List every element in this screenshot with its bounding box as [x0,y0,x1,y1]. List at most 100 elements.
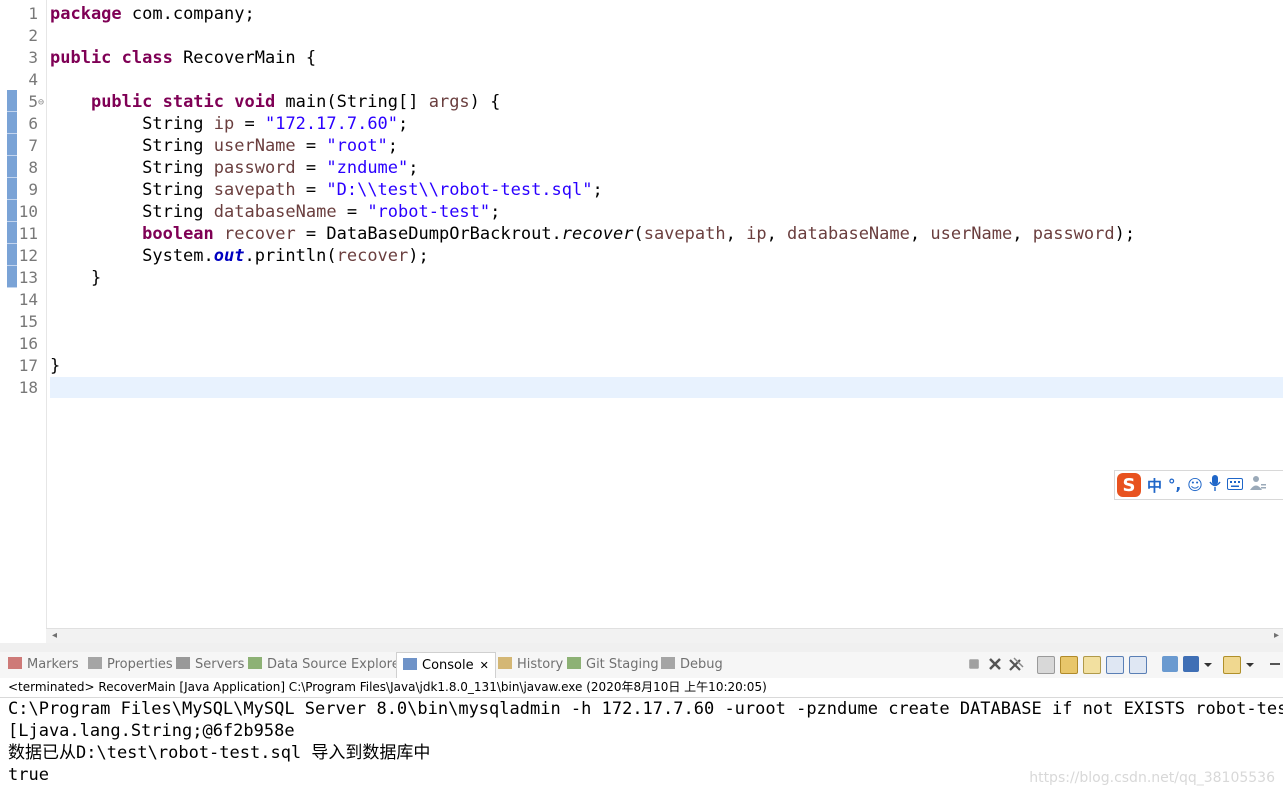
code-line[interactable]: 15 [0,311,1283,333]
tab-data-source-explorer[interactable]: Data Source Explorer [248,652,405,678]
tab-label: Properties [107,657,173,672]
code-line[interactable]: 17} [0,355,1283,377]
line-number: 11 [18,224,38,243]
line-number: 12 [18,246,38,265]
console-icon [403,658,417,670]
line-number: 5 [28,92,38,111]
code-text: public static void main(String[] args) { [90,92,501,112]
ime-keyboard-icon[interactable] [1226,476,1243,494]
code-text: } [50,268,102,288]
line-number: 14 [18,290,38,309]
debug-icon [661,657,675,669]
code-line[interactable]: 6 String ip = "172.17.7.60"; [0,113,1283,135]
code-line[interactable]: 18 [0,377,1283,399]
tab-label: Git Staging [586,657,659,672]
code-line[interactable]: 5 ⊖ public static void main(String[] args… [0,91,1283,113]
line-number: 8 [28,158,38,177]
tab-properties[interactable]: Properties [88,652,173,678]
close-tab-icon[interactable]: ✕ [480,659,489,672]
code-text: public class RecoverMain { [50,48,317,68]
tab-label: History [517,657,564,672]
tab-debug[interactable]: Debug [661,652,723,678]
tab-git-staging[interactable]: Git Staging [567,652,659,678]
line-number: 18 [18,378,38,397]
servers-icon [176,657,190,669]
scroll-left-icon[interactable]: ◂ [52,629,57,643]
ime-chinese-mode[interactable]: 中 [1147,475,1162,496]
git-staging-icon [567,657,581,669]
scroll-lock-icon[interactable] [1060,656,1078,674]
code-text: String ip = "172.17.7.60"; [50,114,409,134]
code-text: package com.company; [50,4,255,24]
code-text: String userName = "root"; [50,136,399,156]
line-number: 13 [18,268,38,287]
remove-all-icon[interactable] [1008,656,1024,672]
history-icon [498,657,512,669]
code-line[interactable]: 3 public class RecoverMain { [0,47,1283,69]
markers-icon [8,657,22,669]
terminate-icon[interactable] [969,659,979,669]
show-on-output-icon[interactable] [1106,656,1124,674]
pin-console-icon[interactable] [1162,656,1178,672]
tab-label: Servers [195,657,245,672]
ime-mic-icon[interactable] [1209,475,1221,495]
code-text: boolean recover = DataBaseDumpOrBackrout… [142,224,1136,244]
line-number: 16 [18,334,38,353]
tab-markers[interactable]: Markers [8,652,79,678]
tab-label: Debug [680,657,723,672]
ime-toolbar[interactable]: S 中 °, ☺ [1114,470,1283,500]
console-status-bar: <terminated> RecoverMain [Java Applicati… [0,678,1283,698]
word-wrap-icon[interactable] [1083,656,1101,674]
ime-punctuation-icon[interactable]: °, [1168,476,1181,494]
code-line[interactable]: 9 String savepath = "D:\\test\\robot-tes… [0,179,1283,201]
clear-console-icon[interactable] [1037,656,1055,674]
code-text: } [50,356,61,376]
console-output-line: 数据已从D:\test\robot-test.sql 导入到数据库中 [8,743,431,763]
code-line[interactable]: 11 boolean recover = DataBaseDumpOrBackr… [0,223,1283,245]
console-output-line: true [8,765,49,785]
line-number: 2 [28,26,38,45]
code-text: String databaseName = "robot-test"; [50,202,501,222]
code-line[interactable]: 2 [0,25,1283,47]
sogou-logo-icon[interactable]: S [1117,473,1141,497]
line-number: 6 [28,114,38,133]
console-output-line: [Ljava.lang.String;@6f2b958e [8,721,295,741]
ime-more-icon[interactable] [1249,475,1267,495]
console-output-line: C:\Program Files\MySQL\MySQL Server 8.0\… [8,699,1283,719]
tab-history[interactable]: History [498,652,563,678]
ime-emoji-icon[interactable]: ☺ [1187,476,1203,494]
fold-collapse-icon[interactable]: ⊖ [38,92,44,114]
new-console-icon[interactable] [1223,656,1241,674]
line-number: 7 [28,136,38,155]
line-number: 4 [28,70,38,89]
code-editor[interactable]: 1 package com.company; 2 3 public class Reco… [0,0,1283,644]
display-console-dropdown-icon[interactable] [1204,656,1212,672]
display-console-icon[interactable] [1183,656,1199,672]
scroll-right-icon[interactable]: ▸ [1274,629,1279,643]
tab-console[interactable]: Console ✕ [396,652,496,679]
code-line[interactable]: 12 System.out.println(recover); [0,245,1283,267]
line-number: 9 [28,180,38,199]
code-line[interactable]: 7 String userName = "root"; [0,135,1283,157]
view-separator [0,643,1283,652]
code-line[interactable]: 1 package com.company; [0,3,1283,25]
code-line[interactable]: 13 } [0,267,1283,289]
code-line[interactable]: 16 [0,333,1283,355]
code-text: String savepath = "D:\\test\\robot-test.… [50,180,603,200]
code-line[interactable]: 8 String password = "zndume"; [0,157,1283,179]
tab-label: Data Source Explorer [267,657,406,672]
console-toolbar [966,656,1283,674]
minimize-icon[interactable] [1267,656,1283,672]
code-line[interactable]: 14 [0,289,1283,311]
code-line[interactable]: 10 String databaseName = "robot-test"; [0,201,1283,223]
watermark: https://blog.csdn.net/qq_38105536 [1029,770,1275,786]
remove-launch-icon[interactable] [987,656,1003,672]
show-on-error-icon[interactable] [1129,656,1147,674]
horizontal-scrollbar[interactable]: ◂ ▸ [46,628,1283,643]
data-source-icon [248,657,262,669]
new-console-dropdown-icon[interactable] [1246,656,1254,672]
tab-servers[interactable]: Servers [176,652,244,678]
properties-icon [88,657,102,669]
line-number: 10 [18,202,38,221]
code-line[interactable]: 4 [0,69,1283,91]
